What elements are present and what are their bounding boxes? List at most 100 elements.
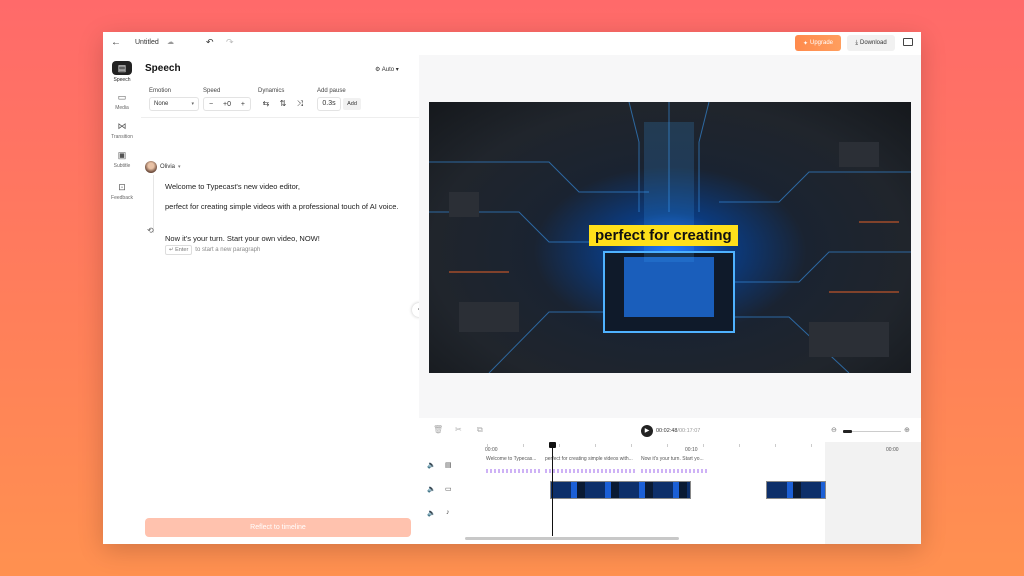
upgrade-label: Upgrade bbox=[810, 40, 834, 46]
rail-item-transition[interactable]: ⋈ Transition bbox=[107, 120, 137, 140]
audio-waveform bbox=[545, 469, 635, 473]
speech-segment[interactable]: Now it's your turn. Start yo... bbox=[639, 456, 709, 476]
reflect-to-timeline-button[interactable]: Reflect to timeline bbox=[145, 518, 411, 537]
zoom-out-icon[interactable]: ⊖ bbox=[831, 426, 837, 434]
playhead[interactable] bbox=[552, 445, 553, 536]
script-paragraph[interactable]: Now it's your turn. Start your own video… bbox=[165, 233, 405, 244]
scissors-icon[interactable]: ✂ bbox=[455, 425, 462, 434]
ruler-tick bbox=[703, 444, 704, 447]
ruler-tick bbox=[775, 444, 776, 447]
voice-selector[interactable]: Olivia ▾ bbox=[145, 160, 181, 174]
chevron-down-icon: ▾ bbox=[178, 164, 181, 170]
trash-icon[interactable]: 🗑 bbox=[433, 425, 443, 434]
audio-waveform bbox=[641, 469, 707, 473]
timecode: 00:02:48/00:17:07 bbox=[656, 428, 700, 434]
zoom-in-icon[interactable]: ⊕ bbox=[904, 426, 910, 434]
ruler-label: 00:10 bbox=[685, 447, 698, 453]
speed-stepper[interactable]: − +0 + bbox=[203, 97, 251, 111]
speech-icon: ▤ bbox=[112, 61, 132, 75]
speech-panel: Speech ⚙ Auto ▾ Emotion Speed Dynamics A… bbox=[141, 55, 419, 544]
chevron-down-icon: ▾ bbox=[395, 67, 399, 73]
ruler-tick bbox=[559, 444, 560, 447]
download-label: Download bbox=[859, 40, 887, 46]
avatar bbox=[145, 161, 157, 173]
project-title[interactable]: Untitled bbox=[135, 39, 159, 46]
rail-label: Subtitle bbox=[113, 163, 131, 169]
subtitle-icon: ▣ bbox=[117, 150, 127, 160]
regenerate-icon[interactable]: ⟲ bbox=[147, 226, 154, 235]
total-time: /00:17:07 bbox=[677, 428, 701, 434]
ruler-label: 00:00 bbox=[485, 447, 498, 453]
cloud-sync-icon: ☁ bbox=[167, 39, 174, 46]
ruler-tick bbox=[595, 444, 596, 447]
rail-item-subtitle[interactable]: ▣ Subtitle bbox=[107, 149, 137, 169]
video-clip[interactable] bbox=[766, 481, 826, 499]
minus-icon[interactable]: − bbox=[209, 101, 213, 108]
play-button[interactable]: ▶ bbox=[641, 425, 653, 437]
pause-label: Add pause bbox=[317, 88, 346, 94]
rail-label: Feedback bbox=[111, 195, 133, 201]
rail-item-media[interactable]: ▭ Media bbox=[107, 91, 137, 111]
emotion-select[interactable]: None ▾ bbox=[149, 97, 199, 111]
speaker-icon[interactable]: 🔈 bbox=[427, 485, 436, 493]
speech-track-icon: ▤ bbox=[445, 462, 452, 469]
enter-key-chip: ↵ Enter bbox=[165, 245, 193, 255]
script-paragraph[interactable]: perfect for creating simple videos with … bbox=[165, 201, 405, 212]
hint-text: to start a new paragraph bbox=[195, 247, 261, 253]
new-paragraph-hint: ↵ Enter to start a new paragraph bbox=[165, 245, 260, 255]
audio-waveform bbox=[486, 469, 540, 473]
dynamics-label: Dynamics bbox=[258, 88, 285, 94]
duplicate-icon[interactable]: ⧉ bbox=[477, 425, 483, 435]
emotion-label: Emotion bbox=[149, 88, 172, 94]
sparkle-icon: ✦ bbox=[802, 40, 808, 47]
music-note-icon: ♪ bbox=[446, 509, 450, 516]
fullscreen-icon[interactable] bbox=[903, 38, 913, 46]
ruler-tick bbox=[631, 444, 632, 447]
redo-icon[interactable]: ↷ bbox=[226, 37, 234, 48]
zoom-slider-handle[interactable] bbox=[843, 430, 852, 433]
auto-dropdown[interactable]: ⚙ Auto ▾ bbox=[375, 66, 399, 73]
voice-name: Olivia bbox=[160, 164, 176, 170]
video-clip[interactable] bbox=[550, 481, 691, 499]
timeline-end-region bbox=[825, 442, 921, 544]
dynamics-swap-icon[interactable]: ⇆ bbox=[259, 97, 273, 111]
script-paragraph[interactable]: Welcome to Typecast's new video editor, bbox=[165, 181, 405, 192]
download-icon: ⤓ bbox=[855, 39, 858, 46]
segment-label: Now it's your turn. Start yo... bbox=[641, 456, 704, 462]
speed-label: Speed bbox=[203, 88, 221, 94]
paragraph-guide-line bbox=[153, 175, 154, 233]
plus-icon[interactable]: + bbox=[241, 101, 245, 108]
transition-icon: ⋈ bbox=[117, 121, 127, 131]
panel-title: Speech bbox=[145, 63, 181, 74]
back-arrow-icon[interactable]: ← bbox=[111, 37, 121, 48]
rail-label: Media bbox=[115, 105, 129, 111]
top-bar: ← Untitled ☁ ↶ ↷ ✦ Upgrade ⤓ Download bbox=[103, 32, 921, 55]
media-icon: ▭ bbox=[117, 92, 127, 102]
horizontal-scrollbar[interactable] bbox=[465, 537, 679, 540]
dynamics-shuffle-icon[interactable]: ⤨ bbox=[293, 97, 307, 111]
upgrade-button[interactable]: ✦ Upgrade bbox=[795, 35, 841, 51]
auto-label: Auto bbox=[381, 67, 395, 73]
rail-item-speech[interactable]: ▤ Speech bbox=[107, 61, 137, 83]
segment-label: Welcome to Typecas... bbox=[486, 456, 537, 462]
chevron-down-icon: ▾ bbox=[191, 101, 194, 107]
undo-icon[interactable]: ↶ bbox=[206, 37, 214, 48]
speech-segment[interactable]: perfect for creating simple videos with.… bbox=[543, 456, 637, 476]
divider bbox=[141, 117, 419, 118]
emotion-value: None bbox=[154, 101, 169, 107]
feedback-icon: ⊡ bbox=[118, 182, 126, 192]
download-button[interactable]: ⤓ Download bbox=[847, 35, 895, 51]
rail-label: Speech bbox=[113, 77, 131, 83]
speaker-icon[interactable]: 🔈 bbox=[427, 461, 436, 469]
dynamics-updown-icon[interactable]: ⇅ bbox=[276, 97, 290, 111]
video-preview[interactable]: perfect for creating bbox=[429, 102, 911, 373]
ruler-label: 00:00 bbox=[886, 447, 899, 453]
add-pause-button[interactable]: Add bbox=[343, 98, 361, 110]
ruler-tick bbox=[667, 444, 668, 447]
rail-label: Transition bbox=[111, 134, 133, 140]
rail-item-feedback[interactable]: ⊡ Feedback bbox=[107, 181, 137, 201]
subtitle-overlay[interactable]: perfect for creating bbox=[589, 225, 738, 246]
speech-segment[interactable]: Welcome to Typecas... bbox=[484, 456, 542, 476]
speaker-icon[interactable]: 🔈 bbox=[427, 509, 436, 517]
pause-value[interactable]: 0.3s bbox=[317, 97, 341, 111]
